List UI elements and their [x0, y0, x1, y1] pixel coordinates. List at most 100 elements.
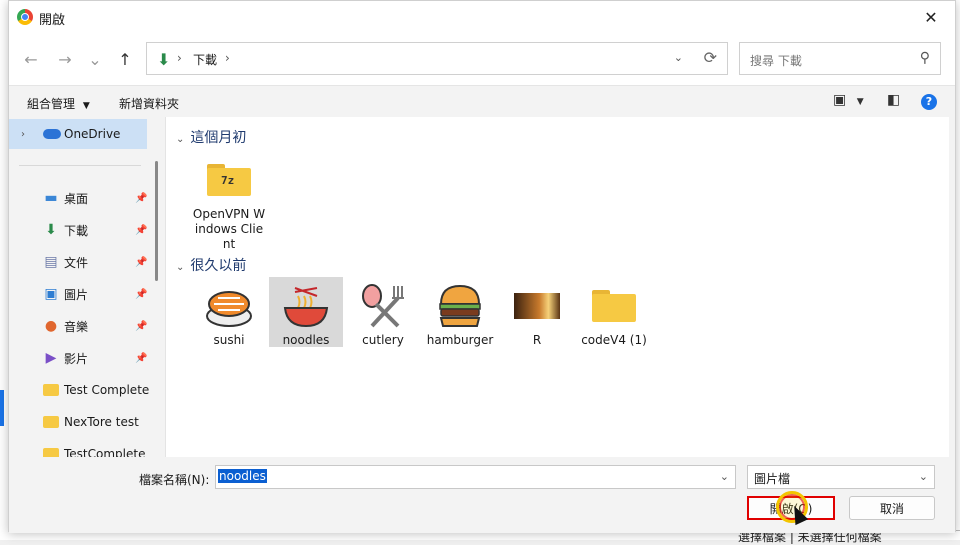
breadcrumb-separator[interactable]: › — [225, 51, 230, 65]
filename-value[interactable]: noodles — [218, 469, 267, 483]
background-accent-bar — [0, 390, 4, 426]
filename-label: 檔案名稱(N): — [139, 473, 210, 487]
file-item[interactable]: 7z OpenVPN Windows Client — [192, 151, 266, 252]
group-header-this-month[interactable]: ⌄ 這個月初 — [176, 127, 246, 147]
noodles-icon — [278, 281, 334, 331]
sidebar-item[interactable]: TestComplete — [9, 439, 149, 457]
address-history-dropdown[interactable]: ⌄ — [674, 51, 683, 64]
group-label: 這個月初 — [190, 130, 247, 146]
file-item[interactable]: cutlery — [346, 277, 420, 348]
open-file-dialog: 開啟 ✕ ← → ⌄ ↑ ⬇ › 下載 › ⌄ ⟳ 搜尋 下載 ⚲ 組合管理 ▼… — [8, 0, 956, 533]
file-list-scrollbar[interactable] — [949, 117, 955, 457]
chevron-down-icon: ⌄ — [918, 470, 928, 483]
title-bar: 開啟 ✕ — [9, 1, 955, 33]
caret-down-icon: ▼ — [856, 97, 864, 107]
sidebar-divider — [19, 165, 141, 166]
group-header-long-ago[interactable]: ⌄ 很久以前 — [176, 255, 246, 275]
chrome-icon — [17, 9, 33, 25]
sidebar-item[interactable]: ▬ 桌面 📌 — [9, 183, 149, 213]
file-name: cutlery — [362, 333, 404, 347]
cancel-button[interactable]: 取消 — [849, 496, 935, 520]
file-name: sushi — [213, 333, 245, 347]
pin-icon[interactable]: 📌 — [135, 289, 147, 300]
search-input[interactable]: 搜尋 下載 — [750, 52, 802, 69]
dialog-footer: 檔案名稱(N): noodles ⌄ 圖片檔 ⌄ 開啟(O) 取消 — [9, 457, 955, 533]
recent-locations-button[interactable]: ⌄ — [83, 47, 107, 71]
organize-menu[interactable]: 組合管理 ▼ — [27, 95, 90, 112]
address-bar[interactable]: ⬇ › 下載 › ⌄ ⟳ — [146, 42, 728, 75]
sidebar-item-label: 音樂 — [64, 319, 89, 334]
sidebar-item-label: 下載 — [64, 223, 89, 238]
pin-icon[interactable]: 📌 — [135, 321, 147, 332]
pin-icon[interactable]: 📌 — [135, 257, 147, 268]
breadcrumb-downloads[interactable]: 下載 — [193, 51, 217, 68]
pin-icon[interactable]: 📌 — [135, 353, 147, 364]
view-icon: ▣ — [833, 92, 847, 108]
caret-down-icon: ▼ — [82, 101, 90, 111]
pin-icon[interactable]: 📌 — [135, 193, 147, 204]
sidebar-item-label: TestComplete — [64, 447, 146, 457]
cloud-icon — [43, 129, 61, 139]
sidebar-item[interactable]: ▤ 文件 📌 — [9, 247, 149, 277]
sidebar-item[interactable]: ▣ 圖片 📌 — [9, 279, 149, 309]
file-item-selected[interactable]: noodles — [269, 277, 343, 347]
chevron-down-icon[interactable]: ⌄ — [720, 470, 729, 483]
chevron-right-icon[interactable]: › — [21, 129, 25, 140]
folder-icon — [586, 281, 642, 331]
search-icon: ⚲ — [919, 50, 930, 66]
document-icon: ▤ — [44, 254, 58, 270]
folder-icon — [43, 384, 59, 396]
view-options-button[interactable]: ▣ ▼ — [833, 92, 864, 108]
sidebar-item[interactable]: Test Complete — [9, 375, 149, 405]
sidebar-item[interactable]: ● 音樂 📌 — [9, 311, 149, 341]
sidebar-item[interactable]: NexTore test — [9, 407, 149, 437]
arrow-right-icon: → — [58, 49, 72, 69]
chevron-down-icon: ⌄ — [176, 262, 185, 273]
download-icon: ⬇ — [157, 50, 171, 69]
back-button[interactable]: ← — [19, 47, 43, 71]
file-item[interactable]: R — [500, 277, 574, 348]
search-box[interactable]: 搜尋 下載 ⚲ — [739, 42, 941, 75]
file-item[interactable]: hamburger — [423, 277, 497, 348]
arrow-left-icon: ← — [24, 49, 38, 69]
sidebar-item-label: Test Complete — [64, 383, 150, 397]
close-button[interactable]: ✕ — [911, 3, 951, 31]
file-badge: 7z — [221, 174, 235, 187]
up-button[interactable]: ↑ — [113, 47, 137, 71]
breadcrumb-separator[interactable]: › — [177, 51, 182, 65]
download-icon: ⬇ — [45, 222, 57, 238]
help-button[interactable]: ? — [921, 94, 937, 110]
photo-icon — [509, 281, 565, 331]
file-type-value: 圖片檔 — [754, 472, 791, 486]
file-name: codeV4 (1) — [581, 333, 647, 347]
file-name: noodles — [282, 333, 330, 347]
arrow-up-icon: ↑ — [118, 49, 132, 69]
cutlery-icon — [355, 281, 411, 331]
sidebar-item-onedrive[interactable]: › OneDrive — [9, 119, 147, 149]
file-item[interactable]: codeV4 (1) — [577, 277, 651, 348]
dialog-title: 開啟 — [39, 13, 66, 28]
preview-pane-button[interactable]: ◧ — [887, 92, 900, 108]
file-list-view: ⌄ 這個月初 7z OpenVPN Windows Client ⌄ 很久以前 su… — [165, 117, 955, 457]
folder-icon — [43, 448, 59, 457]
sidebar-item-label: 圖片 — [64, 287, 89, 302]
group-label: 很久以前 — [190, 258, 247, 274]
navigation-pane: › OneDrive ▬ 桌面 📌 ⬇ 下載 📌 ▤ 文件 📌 ▣ 圖片 📌 ● 音樂 📌 ▶ 影片 📌 Test … — [9, 117, 165, 457]
new-folder-button[interactable]: 新增資料夾 — [119, 95, 179, 112]
filename-input[interactable]: noodles ⌄ — [215, 465, 736, 489]
forward-button[interactable]: → — [53, 47, 77, 71]
sidebar-item-label: 文件 — [64, 255, 89, 270]
refresh-icon[interactable]: ⟳ — [704, 48, 717, 67]
sidebar-scrollbar[interactable] — [155, 161, 158, 281]
sushi-icon — [201, 281, 257, 331]
picture-icon: ▣ — [44, 286, 58, 302]
new-folder-label: 新增資料夾 — [119, 97, 180, 111]
sidebar-item[interactable]: ▶ 影片 📌 — [9, 343, 149, 373]
hamburger-icon — [432, 281, 488, 331]
sidebar-item[interactable]: ⬇ 下載 📌 — [9, 215, 149, 245]
file-type-select[interactable]: 圖片檔 ⌄ — [747, 465, 935, 489]
folder-7z-icon: 7z — [201, 155, 257, 205]
pin-icon[interactable]: 📌 — [135, 225, 147, 236]
file-name: OpenVPN Windows Client — [192, 207, 266, 251]
file-item[interactable]: sushi — [192, 277, 266, 348]
